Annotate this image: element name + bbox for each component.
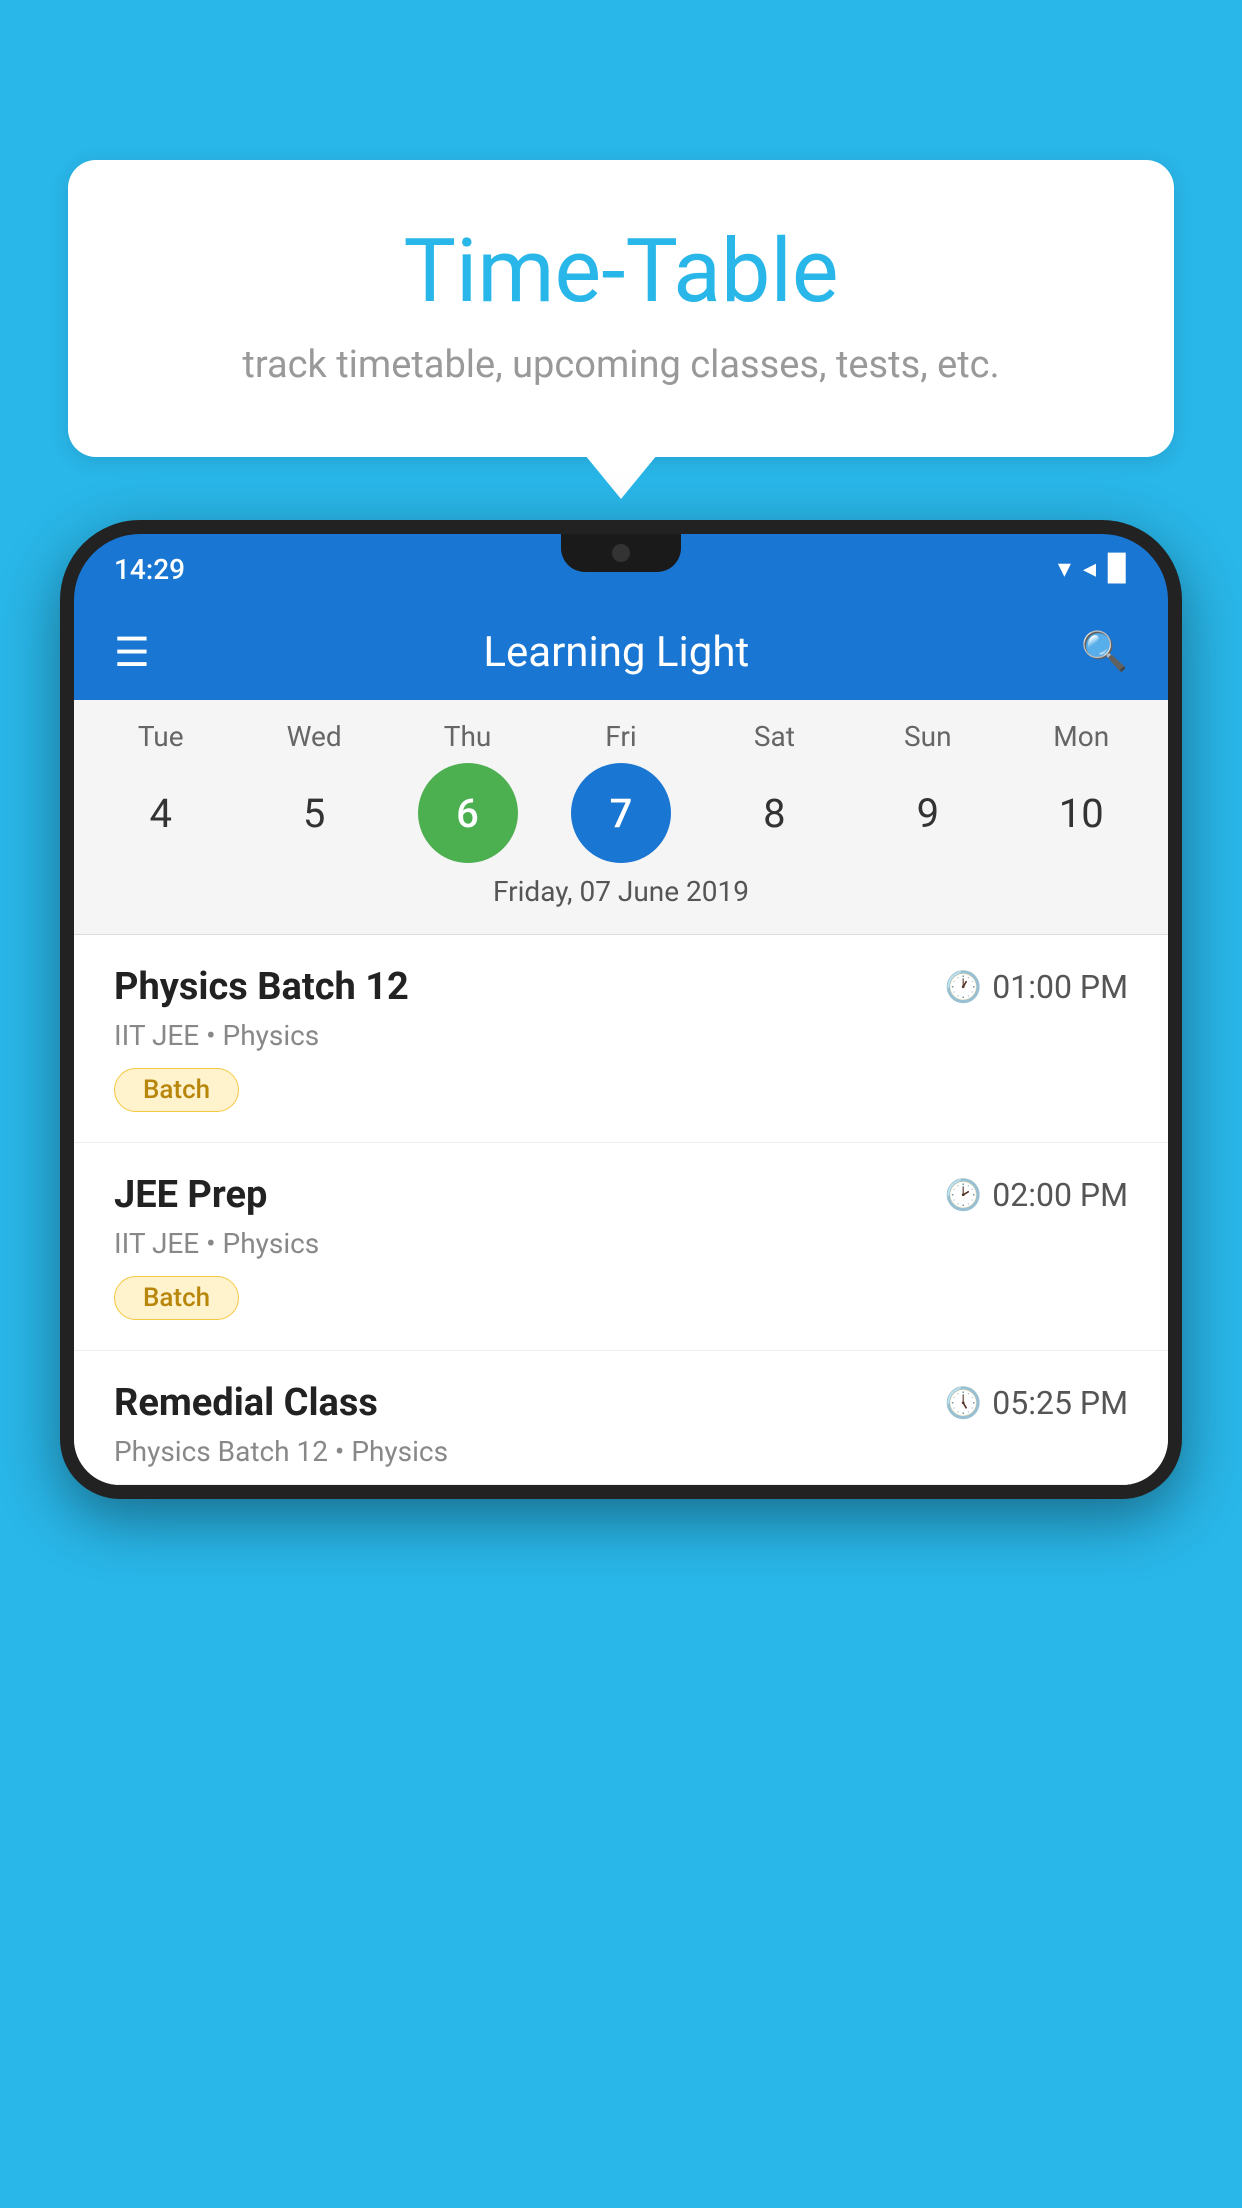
batch-badge-2: Batch <box>114 1276 239 1320</box>
day-label-mon: Mon <box>1031 720 1131 753</box>
schedule-item-3-time: 🕔 05:25 PM <box>945 1384 1128 1422</box>
bubble-title: Time-Table <box>148 220 1094 323</box>
schedule-item-2[interactable]: JEE Prep 🕑 02:00 PM IIT JEE • Physics Ba… <box>74 1143 1168 1351</box>
schedule-item-3-header: Remedial Class 🕔 05:25 PM <box>114 1381 1128 1425</box>
wifi-icon: ▾ <box>1058 554 1071 584</box>
day-10[interactable]: 10 <box>1031 763 1131 863</box>
hamburger-icon[interactable]: ☰ <box>114 629 152 676</box>
calendar-week: Tue Wed Thu Fri Sat Sun Mon 4 5 6 7 8 9 … <box>74 700 1168 935</box>
schedule-item-3[interactable]: Remedial Class 🕔 05:25 PM Physics Batch … <box>74 1351 1168 1485</box>
day-label-sat: Sat <box>724 720 824 753</box>
day-label-tue: Tue <box>111 720 211 753</box>
signal-icon: ◂ <box>1083 554 1096 584</box>
day-label-thu: Thu <box>418 720 518 753</box>
schedule-item-2-time: 🕑 02:00 PM <box>945 1176 1128 1214</box>
status-time: 14:29 <box>114 553 185 586</box>
phone-frame: 14:29 ▾ ◂ ▉ ☰ Learning Light 🔍 Tue Wed T… <box>60 520 1182 1499</box>
speech-bubble: Time-Table track timetable, upcoming cla… <box>68 160 1174 457</box>
camera <box>612 544 630 562</box>
batch-badge-1: Batch <box>114 1068 239 1112</box>
app-bar: ☰ Learning Light 🔍 <box>74 604 1168 700</box>
status-icons: ▾ ◂ ▉ <box>1058 554 1128 584</box>
day-label-sun: Sun <box>878 720 978 753</box>
schedule-item-1[interactable]: Physics Batch 12 🕐 01:00 PM IIT JEE • Ph… <box>74 935 1168 1143</box>
schedule-item-1-header: Physics Batch 12 🕐 01:00 PM <box>114 965 1128 1009</box>
schedule-item-2-detail: IIT JEE • Physics <box>114 1227 1128 1260</box>
day-8[interactable]: 8 <box>724 763 824 863</box>
power-button <box>1168 734 1178 814</box>
app-title: Learning Light <box>182 628 1051 677</box>
schedule-item-3-name: Remedial Class <box>114 1381 378 1425</box>
day-labels-row: Tue Wed Thu Fri Sat Sun Mon <box>74 720 1168 753</box>
schedule-list: Physics Batch 12 🕐 01:00 PM IIT JEE • Ph… <box>74 935 1168 1485</box>
clock-icon-1: 🕐 <box>945 970 982 1005</box>
day-numbers-row: 4 5 6 7 8 9 10 <box>74 763 1168 863</box>
day-4[interactable]: 4 <box>111 763 211 863</box>
day-5[interactable]: 5 <box>264 763 364 863</box>
day-label-fri: Fri <box>571 720 671 753</box>
day-7-selected[interactable]: 7 <box>571 763 671 863</box>
battery-icon: ▉ <box>1108 554 1128 584</box>
search-icon[interactable]: 🔍 <box>1081 630 1128 674</box>
schedule-item-1-name: Physics Batch 12 <box>114 965 409 1009</box>
schedule-item-2-header: JEE Prep 🕑 02:00 PM <box>114 1173 1128 1217</box>
day-6-today[interactable]: 6 <box>418 763 518 863</box>
selected-date-label: Friday, 07 June 2019 <box>74 863 1168 924</box>
clock-icon-2: 🕑 <box>945 1178 982 1213</box>
clock-icon-3: 🕔 <box>945 1386 982 1421</box>
day-9[interactable]: 9 <box>878 763 978 863</box>
day-label-wed: Wed <box>264 720 364 753</box>
schedule-item-1-time: 🕐 01:00 PM <box>945 968 1128 1006</box>
vol-down-button <box>64 790 74 850</box>
schedule-item-3-detail: Physics Batch 12 • Physics <box>114 1435 1128 1468</box>
schedule-item-1-detail: IIT JEE • Physics <box>114 1019 1128 1052</box>
schedule-item-2-name: JEE Prep <box>114 1173 267 1217</box>
volume-buttons <box>64 714 74 866</box>
phone-mockup: 14:29 ▾ ◂ ▉ ☰ Learning Light 🔍 Tue Wed T… <box>60 520 1182 2208</box>
phone-notch <box>561 534 681 572</box>
vol-up-button <box>64 714 74 774</box>
bubble-subtitle: track timetable, upcoming classes, tests… <box>148 343 1094 387</box>
status-bar: 14:29 ▾ ◂ ▉ <box>74 534 1168 604</box>
